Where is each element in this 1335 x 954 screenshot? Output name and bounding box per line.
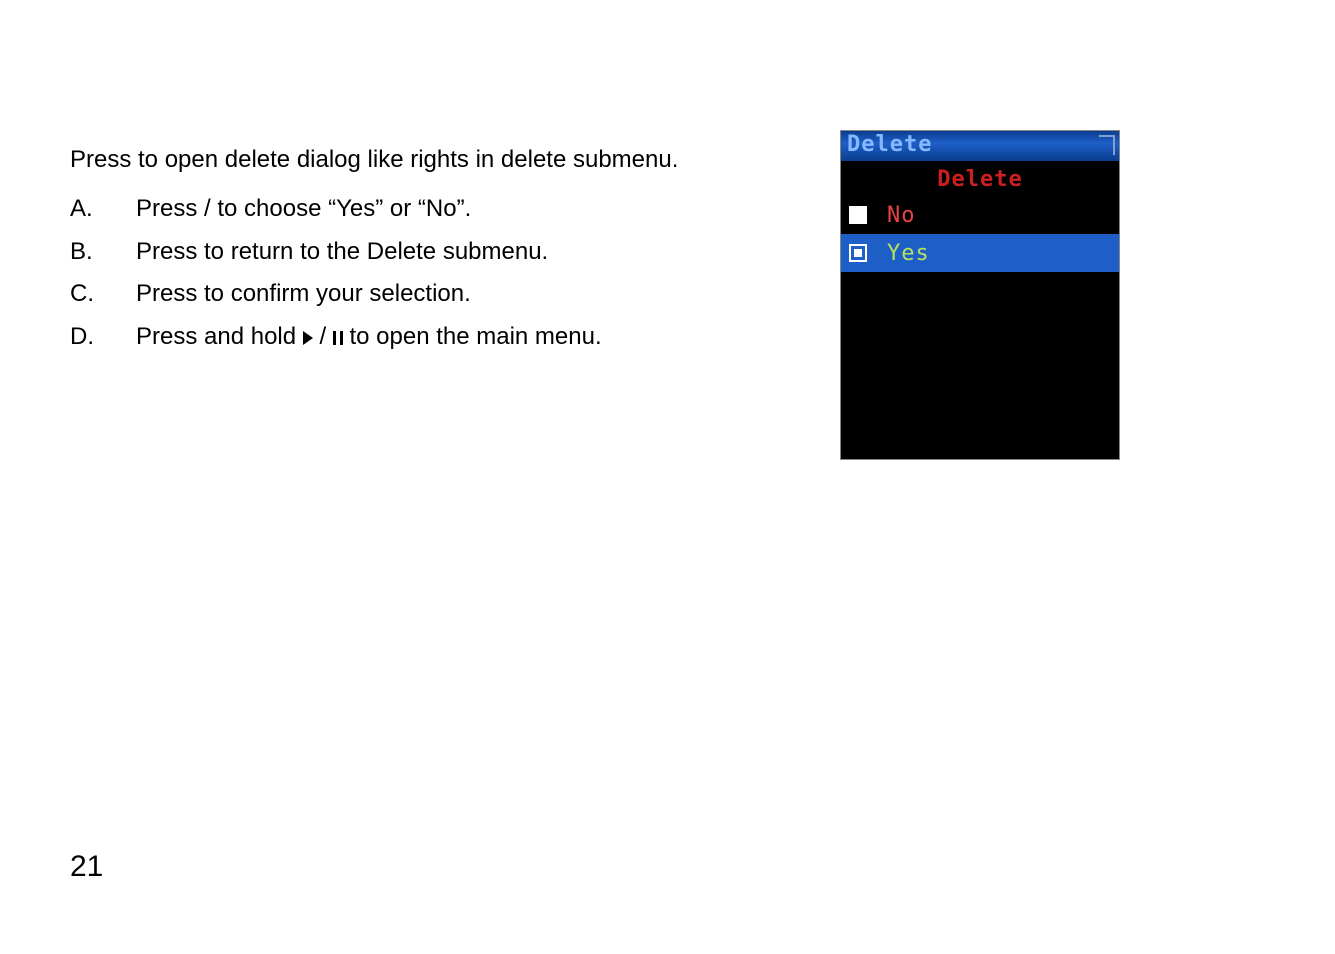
step-c: C. Press to confirm your selection. [70,274,750,315]
checkbox-icon [849,206,867,224]
step-label: D. [70,317,98,358]
play-icon [303,331,313,345]
step-b: B. Press to return to the Delete submenu… [70,232,750,273]
checkbox-icon [849,244,867,262]
option-label: No [881,203,922,228]
step-body: Press to return to the Delete submenu. [136,232,750,273]
page-number: 21 [70,850,103,884]
option-no[interactable]: No [841,196,1119,234]
intro-paragraph: Press to open delete dialog like rights … [70,140,750,181]
step-d-after: to open the main menu. [349,323,601,350]
step-d: D. Press and hold / to open the main men… [70,317,750,358]
step-list: A. Press / to choose “Yes” or “No”. B. P… [70,189,750,358]
pause-icon [333,331,343,345]
instruction-text: Press to open delete dialog like rights … [70,140,750,360]
device-screenshot: Delete Delete No Yes [840,130,1120,460]
step-label: B. [70,232,98,273]
device-screen: Delete Delete No Yes [840,130,1120,460]
step-a: A. Press / to choose “Yes” or “No”. [70,189,750,230]
slash: / [319,323,332,350]
step-d-before: Press and hold [136,323,303,350]
dialog-heading: Delete [841,161,1119,196]
option-label: Yes [881,241,936,266]
step-body: Press to confirm your selection. [136,274,750,315]
step-body: Press and hold / to open the main menu. [136,317,750,358]
option-yes[interactable]: Yes [841,234,1119,272]
step-body: Press / to choose “Yes” or “No”. [136,189,750,230]
titlebar: Delete [841,131,1119,161]
step-label: C. [70,274,98,315]
step-label: A. [70,189,98,230]
